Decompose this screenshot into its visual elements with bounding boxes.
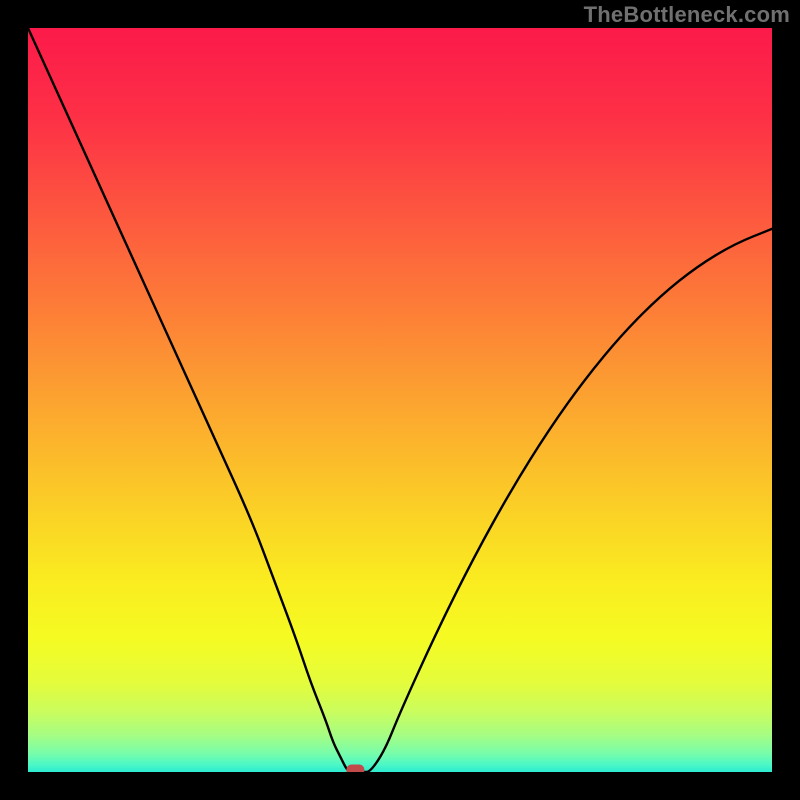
watermark-text: TheBottleneck.com xyxy=(584,2,790,28)
minimum-marker xyxy=(346,765,364,773)
chart-svg xyxy=(28,28,772,772)
chart-frame: TheBottleneck.com xyxy=(0,0,800,800)
gradient-background xyxy=(28,28,772,772)
plot-area xyxy=(28,28,772,772)
